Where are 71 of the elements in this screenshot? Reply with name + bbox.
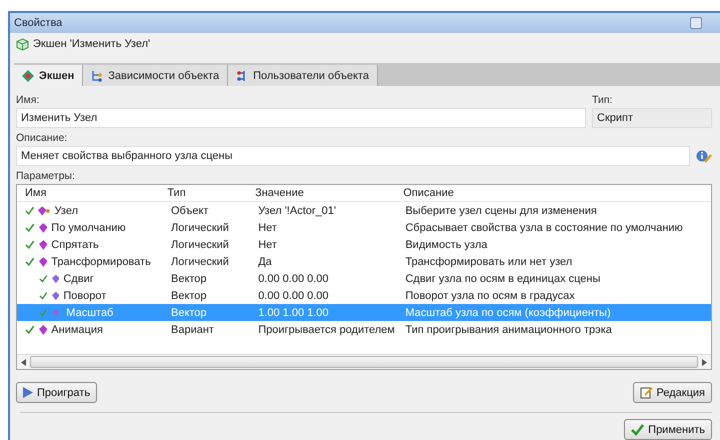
table-cell-text: Сдвиг узла по осям в единицах сцены [404, 272, 602, 284]
gem-key-icon [38, 206, 51, 216]
column-header[interactable]: Значение [251, 187, 400, 199]
diamond-icon [22, 70, 34, 82]
header-title: Экшен 'Изменить Узел' [33, 38, 150, 50]
table-cell-text: Тип проигрывания анимационного трэка [404, 324, 613, 336]
scroll-thumb[interactable] [30, 356, 698, 368]
table-cell-text: Узел '!Actor_01' [257, 204, 337, 216]
table-row[interactable]: Поворот Вектор 0.00 0.00 0.00 Поворот узла по осям в градусах [17, 287, 711, 304]
info-pencil-icon[interactable] [696, 149, 712, 163]
table-row[interactable]: Спрятать Логический Нет Видимость узла [17, 236, 711, 253]
table-row[interactable]: Анимация Вариант Проигрывается родителем Тип проигрывания анимационного трэка [17, 321, 711, 338]
table-cell-text: Вектор [170, 290, 208, 302]
restore-button[interactable] [690, 17, 702, 29]
play-button[interactable]: Проиграть [16, 382, 98, 403]
table-cell-text: 0.00 0.00 0.00 [257, 272, 330, 284]
scroll-left-icon[interactable] [21, 358, 26, 366]
table-cell-text: Выберите узел сцены для изменения [404, 204, 598, 216]
table-cell-text: 1.00 1.00 1.00 [257, 306, 330, 318]
check-icon [631, 424, 644, 436]
table-cell-text: По умолчанию [51, 222, 127, 234]
table-cell-text: Видимость узла [404, 238, 488, 250]
hierarchy-icon [91, 70, 104, 82]
table-cell-text: Объект [170, 204, 210, 216]
table-cell-text: Поворот [63, 290, 108, 302]
horizontal-scrollbar[interactable] [17, 354, 711, 369]
cube-icon [16, 38, 29, 50]
table-cell-text: Нет [257, 222, 278, 234]
table-cell-text: 0.00 0.00 0.00 [257, 290, 330, 302]
table-cell-text: Анимация [51, 324, 104, 336]
scroll-right-icon[interactable] [702, 358, 707, 366]
table-row[interactable]: Трансформировать Логический Да Трансформировать или нет узел [17, 253, 711, 270]
notepad-pencil-icon [640, 386, 653, 399]
section-label: Параметры: [16, 170, 76, 182]
table-cell-text: Вектор [170, 306, 208, 318]
name-field[interactable]: Изменить Узел [16, 108, 586, 128]
table-cell-text: Масштаб [65, 306, 114, 318]
table-cell-text: Сдвиг [63, 272, 95, 284]
table-cell-text: Трансформировать [51, 256, 152, 268]
field-label: Описание: [16, 132, 68, 144]
apply-button[interactable]: Применить [624, 419, 712, 440]
table-cell-text: Сбрасывает свойства узла в состояние по умолчанию [404, 222, 684, 234]
table-cell-text: Нет [257, 238, 278, 250]
column-header[interactable]: Тип [163, 187, 252, 199]
column-header[interactable]: Описание [399, 187, 711, 199]
table-cell-text: Логический [170, 222, 230, 234]
table-row[interactable]: Сдвиг Вектор 0.00 0.00 0.00 Сдвиг узла по осям в единицах сцены [17, 270, 711, 287]
column-header[interactable]: Имя [17, 187, 164, 199]
window-title: Свойства [14, 17, 62, 29]
table-cell-text: Масштаб узла по осям (коэффициенты) [404, 306, 612, 318]
play-icon [23, 387, 33, 398]
table-cell-text: Поворот узла по осям в градусах [404, 290, 576, 302]
table-cell-text: Спрятать [51, 238, 100, 250]
description-field[interactable]: Меняет свойства выбранного узла сцены [16, 146, 690, 166]
table-cell-text: Узел [54, 204, 79, 216]
tab[interactable]: Зависимости объекта [83, 65, 228, 86]
table-cell-text: Трансформировать или нет узел [404, 256, 574, 268]
type-field: Скрипт [592, 108, 712, 128]
table-row[interactable]: Узел Объект Узел '!Actor_01' Выберите узел сцены для изменения [17, 202, 711, 219]
field-label: Имя: [16, 94, 40, 106]
table-cell-text: Вариант [170, 324, 215, 336]
table-cell-text: Логический [170, 256, 230, 268]
table-cell-text: Проигрывается родителем [257, 324, 396, 336]
table-cell-text: Да [257, 256, 273, 268]
field-label: Тип: [592, 94, 614, 106]
table-cell-text: Логический [170, 238, 230, 250]
tab[interactable]: Экшен [14, 65, 84, 86]
table-row[interactable]: По умолчанию Логический Нет Сбрасывает свойства узла в состояние по умолчанию [17, 219, 711, 236]
table-cell-text: Вектор [170, 272, 208, 284]
edit-button[interactable]: Редакция [632, 382, 712, 403]
tab[interactable]: Пользователи объекта [228, 65, 378, 86]
